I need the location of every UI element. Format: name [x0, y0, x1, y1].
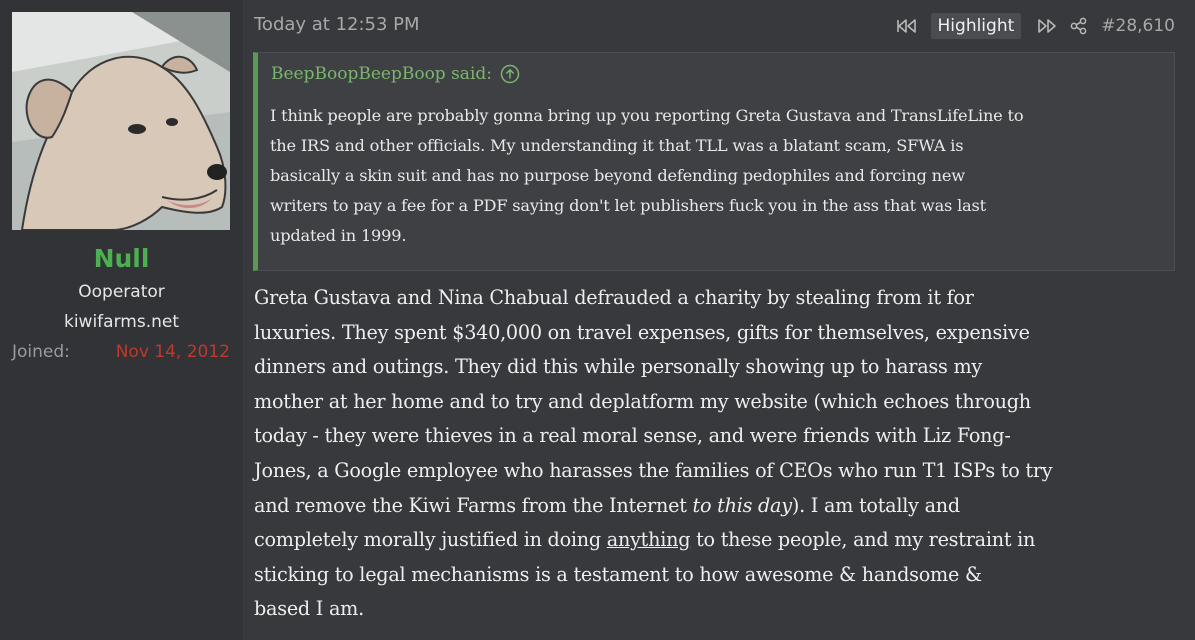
- body-line: sticking to legal mechanisms is a testam…: [254, 562, 982, 586]
- body-text: and remove the Kiwi Farms from the Inter…: [254, 493, 693, 517]
- quote-line: I think people are probably gonna bring …: [270, 106, 1024, 125]
- quote-text: I think people are probably gonna bring …: [270, 101, 1170, 251]
- joined-date: Nov 14, 2012: [115, 342, 230, 362]
- body-line: and remove the Kiwi Farms from the Inter…: [254, 489, 1184, 524]
- user-panel: Null Ooperator kiwifarms.net Joined: Nov…: [0, 0, 243, 640]
- body-text: to these people, and my restraint in: [690, 528, 1036, 552]
- post-timestamp[interactable]: Today at 12:53 PM: [254, 14, 420, 35]
- user-site: kiwifarms.net: [63, 312, 179, 332]
- post-actions: Highlight #28,610: [881, 11, 1175, 41]
- post-number-link[interactable]: #28,610: [1101, 16, 1175, 36]
- rewind-icon[interactable]: [895, 14, 919, 38]
- avatar[interactable]: [12, 12, 230, 230]
- post-main: Today at 12:53 PM Highlight #28,610 Beep…: [243, 0, 1195, 640]
- fast-forward-icon[interactable]: [1035, 14, 1059, 38]
- underlined-text: anything: [606, 528, 691, 552]
- body-line: dinners and outings. They did this while…: [254, 355, 982, 379]
- quote-line: the IRS and other officials. My understa…: [270, 136, 964, 155]
- arrow-up-circle-icon[interactable]: [500, 64, 520, 84]
- body-line: Greta Gustava and Nina Chabual defrauded…: [254, 286, 974, 309]
- quote-block: BeepBoopBeepBoop said: I think people ar…: [253, 52, 1175, 271]
- quote-author[interactable]: BeepBoopBeepBoop said:: [271, 64, 492, 84]
- body-line: Jones, a Google employee who harasses th…: [254, 458, 1053, 482]
- body-line: mother at her home and to try and deplat…: [254, 389, 1031, 413]
- highlight-button[interactable]: Highlight: [930, 13, 1022, 39]
- share-icon[interactable]: [1067, 14, 1091, 38]
- quote-line: basically a skin suit and has no purpose…: [270, 166, 965, 185]
- user-title: Ooperator: [78, 282, 165, 302]
- body-line: today - they were thieves in a real mora…: [254, 424, 1011, 448]
- body-text: completely morally justified in doing: [254, 528, 607, 552]
- post-body: Greta Gustava and Nina Chabual defrauded…: [254, 281, 1184, 627]
- body-line: completely morally justified in doing an…: [254, 523, 1184, 558]
- quote-line: writers to pay a fee for a PDF saying do…: [270, 196, 986, 215]
- quote-header[interactable]: BeepBoopBeepBoop said:: [271, 64, 520, 84]
- username[interactable]: Null: [0, 244, 243, 273]
- body-line: luxuries. They spent $340,000 on travel …: [254, 320, 1030, 344]
- quote-line: updated in 1999.: [270, 226, 407, 245]
- italic-text: to this day: [692, 493, 793, 517]
- body-text: ). I am totally and: [791, 493, 960, 517]
- joined-label: Joined:: [12, 342, 70, 362]
- dog-avatar-image: [12, 12, 230, 230]
- body-line: based I am.: [254, 597, 364, 621]
